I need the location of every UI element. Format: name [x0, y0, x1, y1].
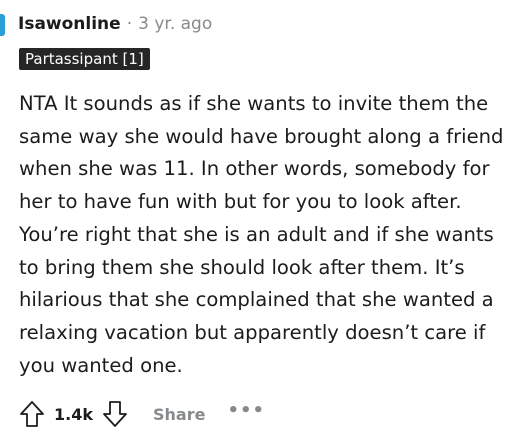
- arrow-up-outline-icon: [20, 401, 44, 427]
- thread-line[interactable]: [0, 14, 5, 36]
- comment-actions: 1.4k Share •••: [18, 398, 265, 430]
- comment-body: NTA It sounds as if she wants to invite …: [19, 92, 504, 377]
- upvote-button[interactable]: [18, 399, 46, 429]
- downvote-button[interactable]: [101, 399, 129, 429]
- username-link[interactable]: Isawonline: [18, 12, 121, 36]
- comment-header: Isawonline · 3 yr. ago: [18, 12, 212, 36]
- arrow-down-outline-icon: [103, 401, 127, 427]
- meta-separator: ·: [126, 14, 133, 34]
- vote-score: 1.4k: [54, 404, 93, 424]
- more-options-button[interactable]: •••: [227, 402, 265, 426]
- comment-timestamp[interactable]: 3 yr. ago: [138, 12, 212, 36]
- share-button[interactable]: Share: [153, 405, 205, 424]
- user-flair: Partassipant [1]: [19, 48, 150, 70]
